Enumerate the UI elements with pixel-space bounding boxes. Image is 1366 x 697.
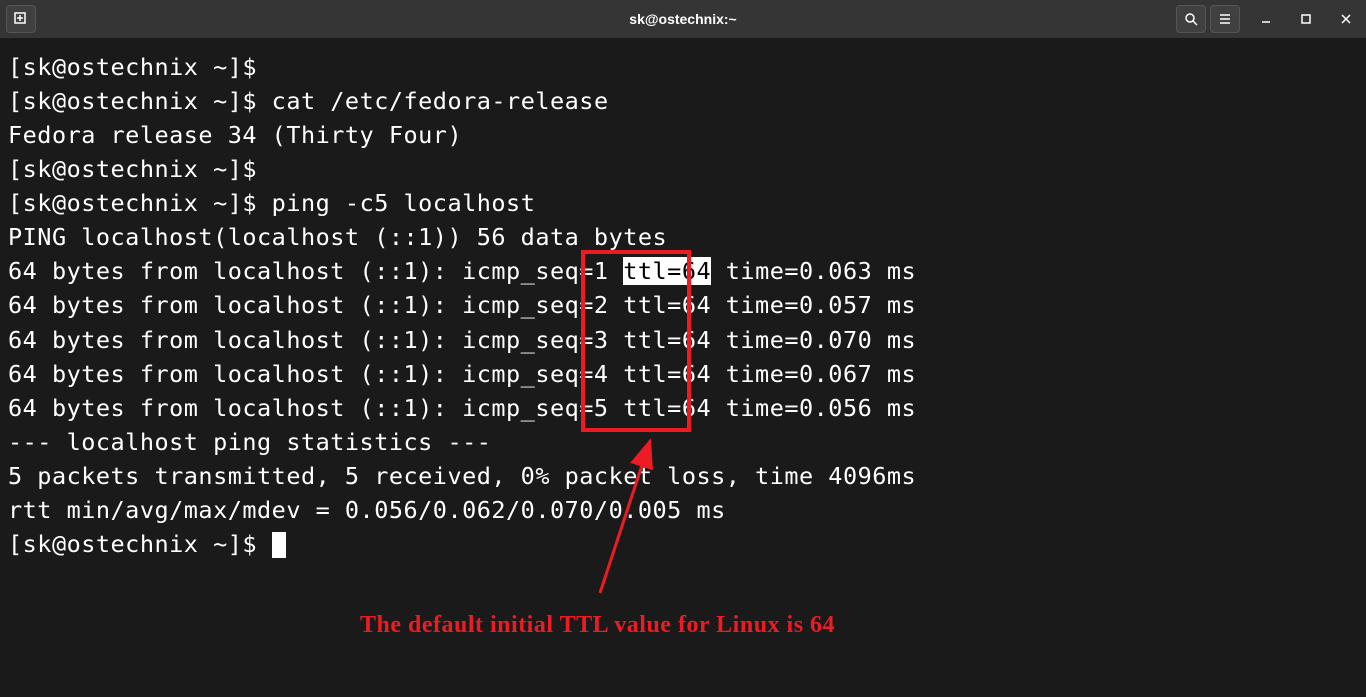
terminal-line: PING localhost(localhost (::1)) 56 data …: [8, 220, 1358, 254]
ping-output: 64 bytes from localhost (::1): icmp_seq=…: [8, 257, 623, 285]
terminal-line: 64 bytes from localhost (::1): icmp_seq=…: [8, 254, 1358, 288]
ttl-highlighted: ttl=64: [623, 257, 711, 285]
window-title: sk@ostechnix:~: [629, 11, 736, 27]
terminal-line: [sk@ostechnix ~]$: [8, 152, 1358, 186]
minimize-button[interactable]: [1252, 5, 1280, 33]
prompt: [sk@ostechnix ~]$: [8, 87, 257, 115]
terminal-content[interactable]: [sk@ostechnix ~]$ [sk@ostechnix ~]$ cat …: [0, 38, 1366, 573]
terminal-line: 64 bytes from localhost (::1): icmp_seq=…: [8, 323, 1358, 357]
terminal-line: 64 bytes from localhost (::1): icmp_seq=…: [8, 391, 1358, 425]
terminal-line: [sk@ostechnix ~]$: [8, 50, 1358, 84]
hamburger-icon: [1218, 12, 1232, 26]
terminal-line: [sk@ostechnix ~]$: [8, 527, 1358, 561]
terminal-line: rtt min/avg/max/mdev = 0.056/0.062/0.070…: [8, 493, 1358, 527]
terminal-line: --- localhost ping statistics ---: [8, 425, 1358, 459]
window-titlebar: sk@ostechnix:~: [0, 0, 1366, 38]
command-text: cat /etc/fedora-release: [257, 87, 609, 115]
close-button[interactable]: [1332, 5, 1360, 33]
search-button[interactable]: [1176, 5, 1206, 33]
new-tab-icon: [13, 11, 29, 27]
terminal-line: 5 packets transmitted, 5 received, 0% pa…: [8, 459, 1358, 493]
prompt: [sk@ostechnix ~]$: [8, 530, 272, 558]
minimize-icon: [1261, 14, 1271, 24]
titlebar-left-group: [6, 5, 36, 33]
terminal-line: 64 bytes from localhost (::1): icmp_seq=…: [8, 357, 1358, 391]
close-icon: [1341, 14, 1351, 24]
terminal-line: 64 bytes from localhost (::1): icmp_seq=…: [8, 288, 1358, 322]
terminal-line: [sk@ostechnix ~]$ cat /etc/fedora-releas…: [8, 84, 1358, 118]
titlebar-right-group: [1176, 5, 1360, 33]
menu-button[interactable]: [1210, 5, 1240, 33]
ping-output: time=0.063 ms: [711, 257, 916, 285]
prompt: [sk@ostechnix ~]$: [8, 189, 257, 217]
command-text: ping -c5 localhost: [257, 189, 535, 217]
maximize-icon: [1301, 14, 1311, 24]
cursor-block: [272, 532, 286, 558]
maximize-button[interactable]: [1292, 5, 1320, 33]
search-icon: [1184, 12, 1198, 26]
annotation-label: The default initial TTL value for Linux …: [360, 608, 835, 643]
terminal-line: [sk@ostechnix ~]$ ping -c5 localhost: [8, 186, 1358, 220]
terminal-line: Fedora release 34 (Thirty Four): [8, 118, 1358, 152]
new-tab-button[interactable]: [6, 5, 36, 33]
